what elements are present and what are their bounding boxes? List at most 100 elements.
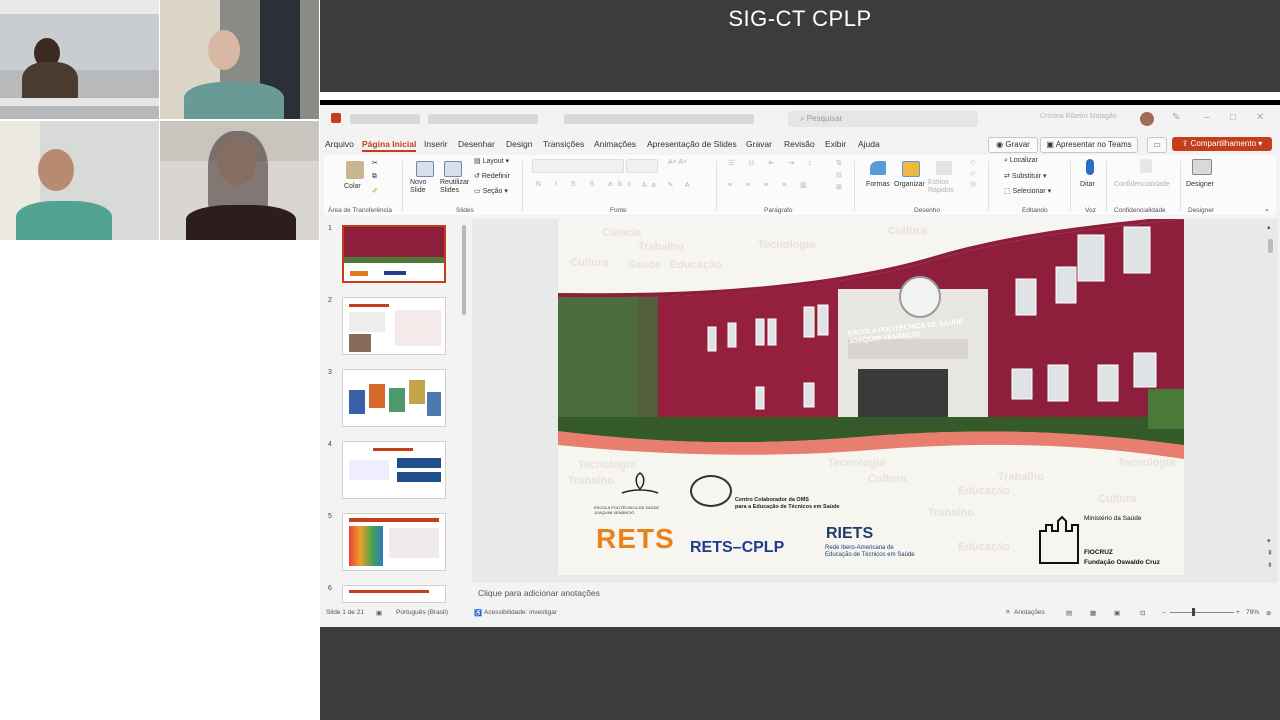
find-button[interactable]: ⌕ Localizar [1004,157,1038,165]
align-icons[interactable]: ≡ ≡ ≡ ≡ ▥ [728,181,813,189]
participant-tile-1[interactable] [0,0,159,119]
quick-styles-icon[interactable] [936,161,952,175]
slideshow-icon[interactable]: ⊡ [1140,609,1145,617]
record-button[interactable]: ◉ Gravar [988,137,1038,153]
present-teams-button[interactable]: ▣ Apresentar no Teams [1040,137,1138,153]
participant-tile-4[interactable] [160,121,319,240]
replace-button[interactable]: ⇄ Substituir ▾ [1004,172,1046,180]
new-slide-button[interactable]: Novo Slide [410,179,436,195]
tab-arquivo[interactable]: Arquivo [325,139,354,149]
maximize-icon[interactable]: □ [1230,112,1236,123]
thumbnails-scrollbar[interactable] [462,225,466,315]
oms-text: Centro Colaborador da OMS para a Educaçã… [735,497,840,510]
prev-slide-icon[interactable]: ⇞ [1267,549,1273,557]
fit-slide-icon[interactable]: ⊕ [1266,609,1271,617]
thumbnail-slide-6[interactable] [342,585,446,603]
align-text-icon[interactable]: ⊟ [836,171,842,179]
quick-styles-button[interactable]: Estilos Rápidos [928,179,960,195]
tab-transicoes[interactable]: Transições [543,139,584,149]
user-avatar[interactable] [1140,112,1154,126]
tab-desenhar[interactable]: Desenhar [458,139,495,149]
tab-gravar[interactable]: Gravar [746,139,772,149]
slide-sorter-icon[interactable]: ▦ [1090,609,1096,617]
quick-access-toolbar[interactable] [428,114,538,124]
cut-icon[interactable]: ✂ [372,159,378,167]
search-box[interactable]: ⌕ Pesquisar [788,111,978,127]
thumbnail-slide-5[interactable] [342,513,446,571]
format-painter-icon[interactable]: ✐ [372,187,378,195]
paste-button[interactable]: Colar [344,183,361,190]
thumbnail-slide-3[interactable] [342,369,446,427]
zoom-in-icon[interactable]: + [1236,609,1240,616]
participant-tile-3[interactable] [0,121,159,240]
thumbnail-slide-4[interactable] [342,441,446,499]
close-icon[interactable]: ✕ [1256,112,1264,123]
tab-pagina-inicial[interactable]: Página Inicial [362,139,417,152]
arrange-button[interactable]: Organizar [894,181,925,188]
copy-icon[interactable]: ⧉ [372,173,377,181]
next-slide-icon[interactable]: ⇟ [1267,561,1273,569]
slide-1[interactable]: Ciência Trabalho Tecnologia Cultura Educ… [558,219,1184,575]
ribbon-home: Colar ✂ ⧉ ✐ Área de Transferência Novo S… [324,155,1276,215]
sensitivity-button[interactable]: Confidencialidade [1114,181,1170,188]
scroll-down-icon[interactable]: ▾ [1267,537,1271,545]
accessibility-status[interactable]: Acessibilidade: investigar [484,609,557,616]
zoom-out-icon[interactable]: – [1162,609,1166,616]
select-button[interactable]: ⬚ Selecionar ▾ [1004,187,1051,195]
paste-icon[interactable] [346,161,364,179]
designer-icon[interactable] [1192,159,1212,175]
tab-revisao[interactable]: Revisão [784,139,815,149]
fiocruz-text: FIOCRUZ [1084,549,1113,556]
font-format-icons[interactable]: N I S S abc [536,181,637,188]
arrange-icon[interactable] [902,161,920,177]
normal-view-icon[interactable]: ▤ [1066,609,1072,617]
comments-button[interactable]: ▭ [1147,137,1167,153]
minimize-icon[interactable]: – [1204,112,1210,123]
sensitivity-icon[interactable] [1140,159,1152,173]
font-size-select[interactable] [626,159,658,173]
section-button[interactable]: ▭ Seção ▾ [474,187,508,195]
tab-ajuda[interactable]: Ajuda [858,139,880,149]
reset-button[interactable]: ↺ Redefinir [474,172,510,180]
notes-toggle[interactable]: Anotações [1014,609,1045,616]
share-button[interactable]: ⇪ Compartilhamento ▾ [1172,137,1272,151]
tab-design[interactable]: Design [506,139,532,149]
smartart-icon[interactable]: ⊞ [836,183,842,191]
pen-icon[interactable]: ✎ [1172,112,1180,123]
notes-pane[interactable]: Clique para adicionar anotações [472,585,1278,603]
tab-apresentacao[interactable]: Apresentação de Slides [647,139,737,149]
designer-button[interactable]: Designer [1186,181,1214,188]
reading-view-icon[interactable]: ▣ [1114,609,1120,617]
tab-exibir[interactable]: Exibir [825,139,846,149]
dictate-button[interactable]: Ditar [1080,181,1095,188]
slide-scrollbar[interactable] [1268,239,1273,253]
thumbnail-slide-2[interactable] [342,297,446,355]
font-grow-icon[interactable]: A˄ A˅ [668,159,687,166]
reuse-slides-button[interactable]: Reutilizar Slides [440,179,472,195]
microphone-icon[interactable] [1086,159,1094,175]
zoom-thumb[interactable] [1192,608,1195,616]
share-title: SIG-CT CPLP [728,6,872,31]
autosave-toggle[interactable] [350,114,420,124]
tab-animacoes[interactable]: Animações [594,139,636,149]
spellcheck-icon[interactable]: ▣ [376,609,382,617]
text-direction-icon[interactable]: ⇅ [836,159,842,167]
layout-button[interactable]: ▤ Layout ▾ [474,157,509,165]
ribbon-collapse-icon[interactable]: ⌄ [1264,205,1270,213]
shapes-icon[interactable] [870,161,886,175]
tab-inserir[interactable]: Inserir [424,139,448,149]
font-name-select[interactable] [532,159,624,173]
new-slide-icon[interactable] [416,161,434,177]
list-icons[interactable]: ☰ ☷ ⇤ ⇥ ↕ [728,159,818,167]
reuse-slides-icon[interactable] [444,161,462,177]
shapes-button[interactable]: Formas [866,181,890,188]
font-color-icon[interactable]: Aa ✎ A [642,181,695,189]
participant-tile-2[interactable] [160,0,319,119]
group-slides: Slides [456,207,474,214]
zoom-slider[interactable] [1170,612,1234,613]
language-label[interactable]: Português (Brasil) [396,609,448,616]
thumbnail-slide-1[interactable] [342,225,446,283]
zoom-level[interactable]: 79% [1246,609,1259,616]
scroll-up-icon[interactable]: ▴ [1267,223,1271,231]
shape-fill-icons[interactable]: ◇ ▱ ◎ [970,157,976,190]
